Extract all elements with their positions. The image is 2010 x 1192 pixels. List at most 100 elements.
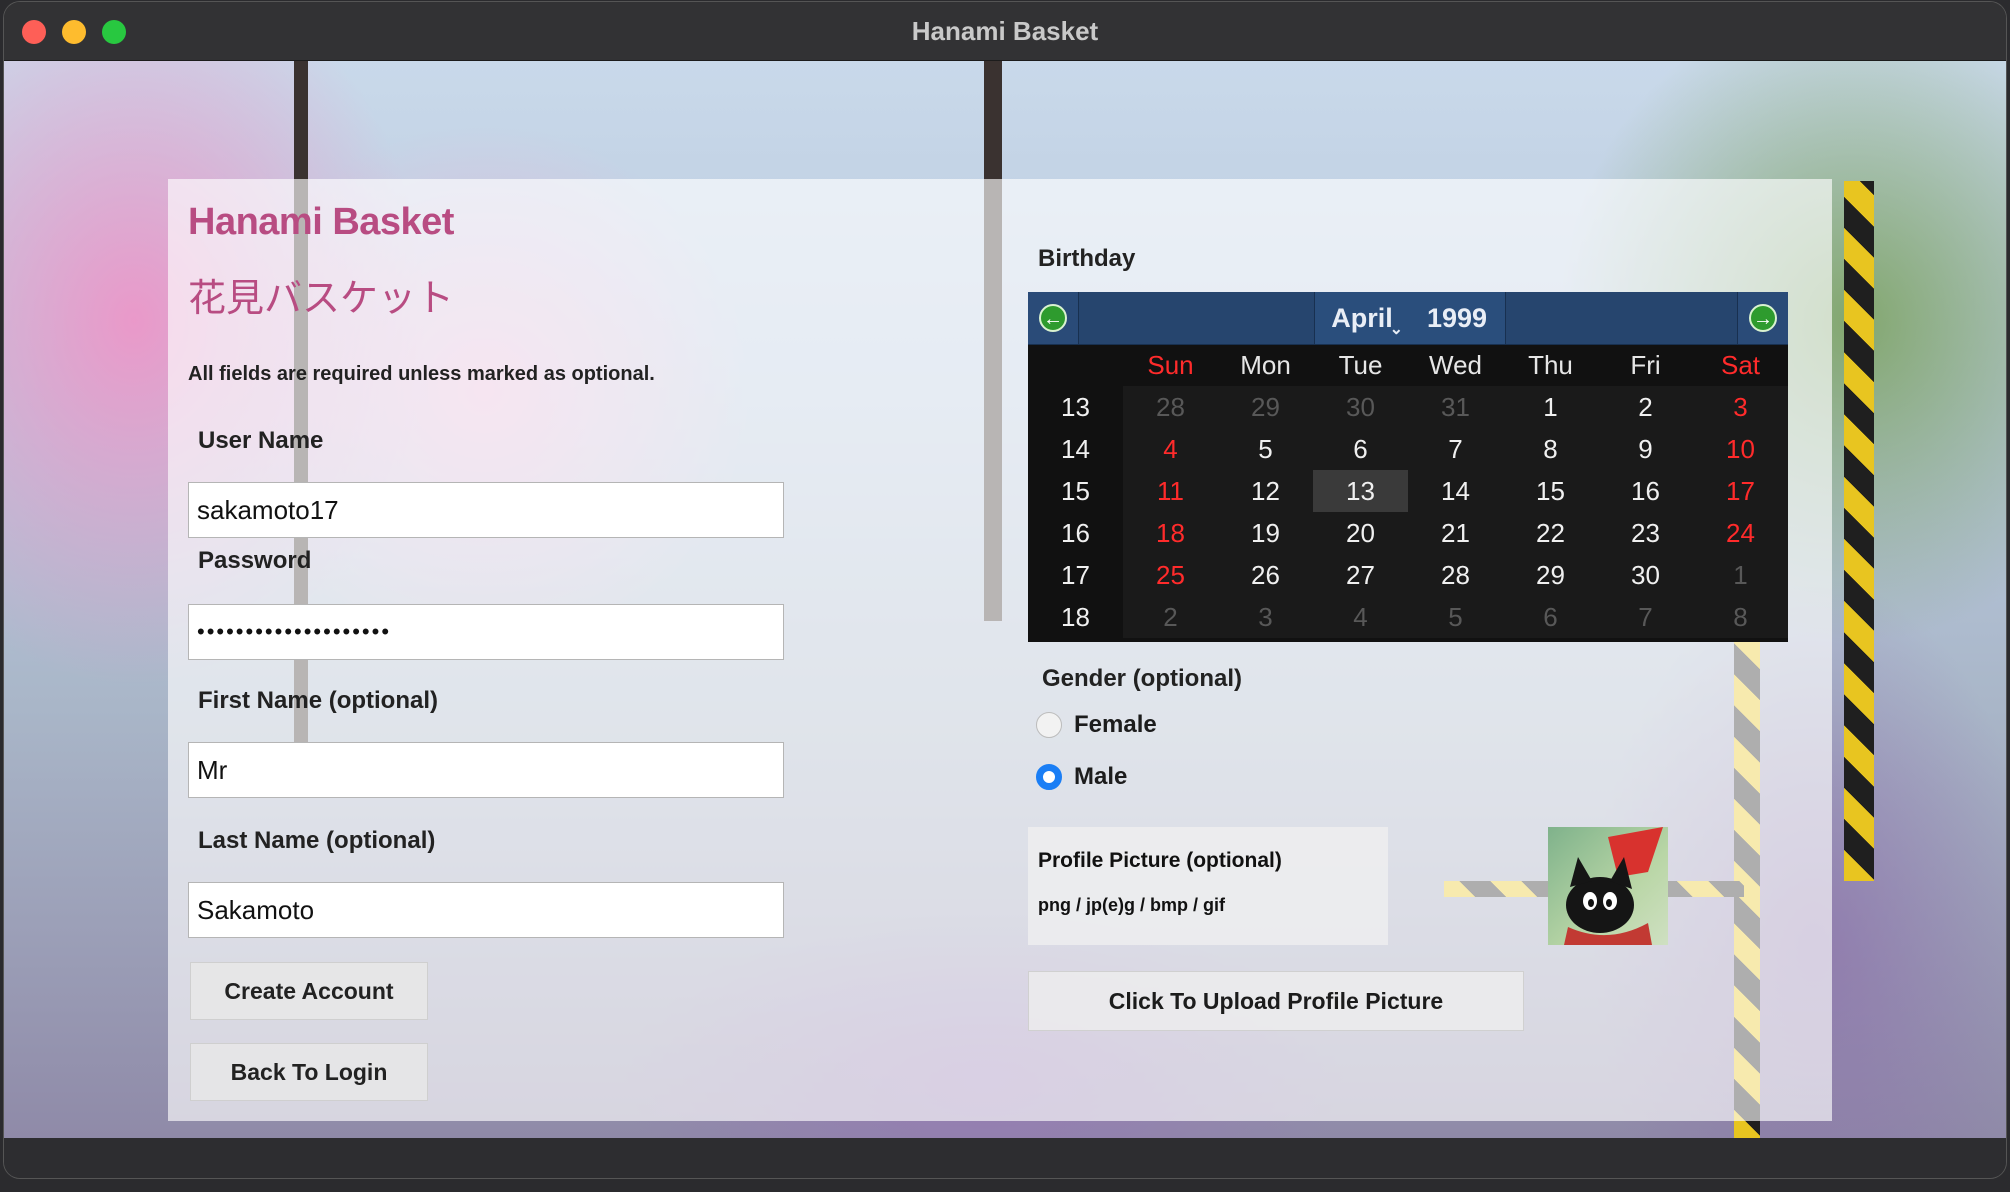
calendar-day[interactable]: 28 bbox=[1123, 386, 1218, 428]
gender-option-female[interactable]: Female bbox=[1036, 711, 1157, 739]
week-number: 14 bbox=[1061, 434, 1090, 464]
app-window: Hanami Basket Hanami Basket 花見バスケット All … bbox=[4, 2, 2006, 1178]
year-selector[interactable]: 1999 bbox=[1409, 292, 1506, 344]
first-name-label: First Name (optional) bbox=[198, 687, 439, 714]
calendar-day[interactable]: 20 bbox=[1313, 512, 1408, 554]
calendar-day[interactable]: 24 bbox=[1693, 512, 1788, 554]
profile-picture-title: Profile Picture (optional) bbox=[1038, 849, 1282, 872]
birthday-calendar: ← April ⌄ 1999 → Sun Mon Tue Wed Thu Fri Sat 13… bbox=[1028, 292, 1788, 642]
next-month-button[interactable]: → bbox=[1737, 292, 1788, 344]
weekday-header-row: Sun Mon Tue Wed Thu Fri Sat bbox=[1028, 344, 1788, 386]
username-input[interactable] bbox=[188, 482, 784, 538]
month-name: April bbox=[1331, 303, 1393, 333]
month-selector[interactable]: April ⌄ bbox=[1314, 292, 1410, 344]
window-bottom-bar bbox=[4, 1138, 2006, 1178]
calendar-day[interactable]: 30 bbox=[1313, 386, 1408, 428]
calendar-day[interactable]: 22 bbox=[1503, 512, 1598, 554]
weekday-header: Wed bbox=[1429, 350, 1482, 380]
calendar-day[interactable]: 15 bbox=[1503, 470, 1598, 512]
calendar-day[interactable]: 10 bbox=[1693, 428, 1788, 470]
username-label: User Name bbox=[198, 427, 324, 454]
calendar-day[interactable]: 14 bbox=[1408, 470, 1503, 512]
week-number: 15 bbox=[1061, 476, 1090, 506]
calendar-day[interactable]: 31 bbox=[1408, 386, 1503, 428]
arrow-left-icon: ← bbox=[1039, 304, 1067, 332]
signup-panel: Hanami Basket 花見バスケット All fields are req… bbox=[168, 179, 1832, 1121]
calendar-day[interactable]: 26 bbox=[1218, 554, 1313, 596]
calendar-day[interactable]: 29 bbox=[1503, 554, 1598, 596]
last-name-input[interactable] bbox=[188, 882, 784, 938]
title-bar: Hanami Basket bbox=[4, 2, 2006, 61]
app-subtitle: 花見バスケット bbox=[188, 278, 455, 320]
password-input[interactable] bbox=[188, 604, 784, 660]
calendar-day[interactable]: 8 bbox=[1693, 596, 1788, 638]
crossing-barrier-pole bbox=[1844, 181, 1874, 881]
calendar-day[interactable]: 3 bbox=[1218, 596, 1313, 638]
calendar-day[interactable]: 1 bbox=[1503, 386, 1598, 428]
calendar-day[interactable]: 23 bbox=[1598, 512, 1693, 554]
weekday-header: Sat bbox=[1720, 350, 1761, 380]
male-radio-label: Male bbox=[1074, 763, 1128, 790]
calendar-week-row: 16 18 19 20 21 22 23 24 bbox=[1028, 512, 1788, 554]
female-radio[interactable] bbox=[1036, 712, 1062, 738]
birthday-label: Birthday bbox=[1038, 245, 1136, 272]
calendar-week-row: 15 11 12 13 14 15 16 17 bbox=[1028, 470, 1788, 512]
weekday-header: Thu bbox=[1528, 350, 1573, 380]
calendar-grid: Sun Mon Tue Wed Thu Fri Sat 13 28 29 30 31 1 2 3 14 4 5 6 7… bbox=[1028, 344, 1788, 638]
calendar-day[interactable]: 11 bbox=[1123, 470, 1218, 512]
arrow-right-icon: → bbox=[1749, 304, 1777, 332]
calendar-day[interactable]: 9 bbox=[1598, 428, 1693, 470]
weekday-header: Sun bbox=[1147, 350, 1194, 380]
calendar-day[interactable]: 28 bbox=[1408, 554, 1503, 596]
calendar-day[interactable]: 4 bbox=[1313, 596, 1408, 638]
calendar-day[interactable]: 21 bbox=[1408, 512, 1503, 554]
app-title: Hanami Basket bbox=[188, 201, 454, 243]
calendar-day[interactable]: 30 bbox=[1598, 554, 1693, 596]
profile-picture-preview bbox=[1548, 827, 1668, 945]
calendar-day[interactable]: 27 bbox=[1313, 554, 1408, 596]
calendar-day[interactable]: 16 bbox=[1598, 470, 1693, 512]
male-radio[interactable] bbox=[1036, 764, 1062, 790]
calendar-week-row: 18 2 3 4 5 6 7 8 bbox=[1028, 596, 1788, 638]
calendar-day[interactable]: 8 bbox=[1503, 428, 1598, 470]
gender-option-male[interactable]: Male bbox=[1036, 763, 1127, 791]
weekday-header: Tue bbox=[1338, 350, 1383, 380]
calendar-day[interactable]: 6 bbox=[1503, 596, 1598, 638]
calendar-day[interactable]: 1 bbox=[1693, 554, 1788, 596]
calendar-day[interactable]: 4 bbox=[1123, 428, 1218, 470]
last-name-label: Last Name (optional) bbox=[198, 827, 436, 854]
create-account-button[interactable]: Create Account bbox=[190, 962, 428, 1020]
calendar-day[interactable]: 2 bbox=[1598, 386, 1693, 428]
calendar-day[interactable]: 5 bbox=[1408, 596, 1503, 638]
calendar-day[interactable]: 25 bbox=[1123, 554, 1218, 596]
calendar-week-row: 13 28 29 30 31 1 2 3 bbox=[1028, 386, 1788, 428]
back-to-login-button[interactable]: Back To Login bbox=[190, 1043, 428, 1101]
profile-picture-formats: png / jp(e)g / bmp / gif bbox=[1038, 895, 1225, 915]
calendar-day[interactable]: 12 bbox=[1218, 470, 1313, 512]
calendar-day[interactable]: 19 bbox=[1218, 512, 1313, 554]
calendar-day[interactable]: 29 bbox=[1218, 386, 1313, 428]
week-number-header bbox=[1028, 344, 1123, 386]
calendar-day[interactable]: 7 bbox=[1408, 428, 1503, 470]
black-cat-avatar-icon bbox=[1564, 827, 1663, 945]
calendar-day[interactable]: 18 bbox=[1123, 512, 1218, 554]
calendar-day[interactable]: 17 bbox=[1693, 470, 1788, 512]
calendar-week-row: 14 4 5 6 7 8 9 10 bbox=[1028, 428, 1788, 470]
calendar-day[interactable]: 2 bbox=[1123, 596, 1218, 638]
background-scene: Hanami Basket 花見バスケット All fields are req… bbox=[4, 61, 2006, 1141]
previous-month-button[interactable]: ← bbox=[1028, 292, 1079, 344]
window-title: Hanami Basket bbox=[911, 16, 1099, 46]
calendar-day-selected[interactable]: 13 bbox=[1313, 470, 1408, 512]
week-number: 13 bbox=[1061, 392, 1090, 422]
week-number: 18 bbox=[1061, 602, 1090, 632]
calendar-day[interactable]: 5 bbox=[1218, 428, 1313, 470]
calendar-header: ← April ⌄ 1999 → bbox=[1028, 292, 1788, 345]
calendar-day[interactable]: 7 bbox=[1598, 596, 1693, 638]
profile-picture-info: Profile Picture (optional) png / jp(e)g … bbox=[1028, 827, 1388, 945]
upload-profile-picture-button[interactable]: Click To Upload Profile Picture bbox=[1028, 971, 1524, 1031]
calendar-day[interactable]: 3 bbox=[1693, 386, 1788, 428]
calendar-day[interactable]: 6 bbox=[1313, 428, 1408, 470]
calendar-week-row: 17 25 26 27 28 29 30 1 bbox=[1028, 554, 1788, 596]
weekday-header: Fri bbox=[1630, 350, 1661, 380]
first-name-input[interactable] bbox=[188, 742, 784, 798]
